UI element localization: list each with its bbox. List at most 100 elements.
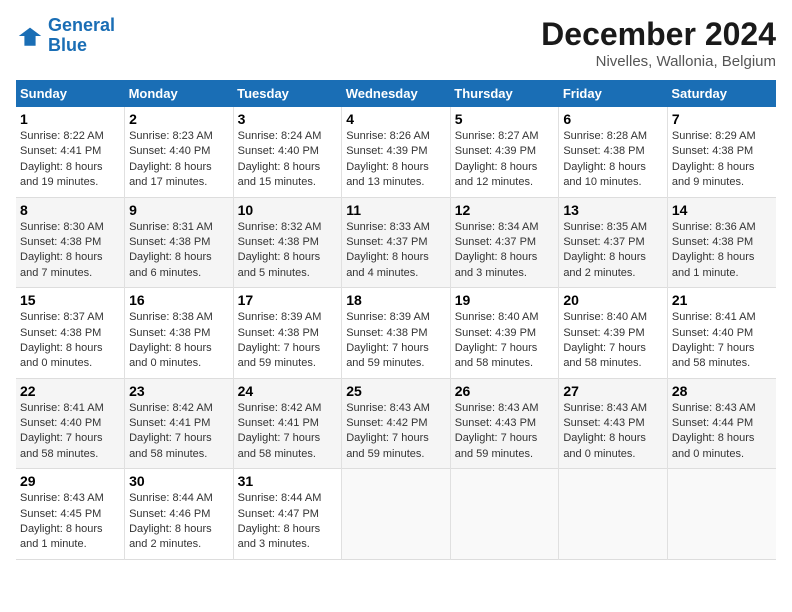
day-number-27: 27 bbox=[563, 383, 663, 399]
day-info-4: Sunrise: 8:26 AMSunset: 4:39 PMDaylight:… bbox=[346, 130, 430, 188]
calendar-cell: 28 Sunrise: 8:43 AMSunset: 4:44 PMDayligh… bbox=[667, 378, 776, 469]
day-info-11: Sunrise: 8:33 AMSunset: 4:37 PMDaylight:… bbox=[346, 221, 430, 279]
day-info-26: Sunrise: 8:43 AMSunset: 4:43 PMDaylight:… bbox=[455, 402, 539, 460]
logo-icon bbox=[16, 22, 44, 50]
calendar-cell bbox=[667, 469, 776, 560]
day-number-25: 25 bbox=[346, 383, 446, 399]
calendar-cell: 3 Sunrise: 8:24 AMSunset: 4:40 PMDaylight… bbox=[233, 107, 342, 197]
calendar-week-row: 29Sunrise: 8:43 AMSunset: 4:45 PMDayligh… bbox=[16, 469, 776, 560]
calendar-week-row: 22 Sunrise: 8:41 AMSunset: 4:40 PMDayligh… bbox=[16, 378, 776, 469]
day-number-3: 3 bbox=[238, 111, 338, 127]
day-number-13: 13 bbox=[563, 202, 663, 218]
day-number-8: 8 bbox=[20, 202, 120, 218]
day-info-8: Sunrise: 8:30 AMSunset: 4:38 PMDaylight:… bbox=[20, 221, 104, 279]
day-info-30: Sunrise: 8:44 AMSunset: 4:46 PMDaylight:… bbox=[129, 492, 213, 550]
day-number-12: 12 bbox=[455, 202, 555, 218]
day-number-5: 5 bbox=[455, 111, 555, 127]
day-info-1: Sunrise: 8:22 AMSunset: 4:41 PMDaylight:… bbox=[20, 130, 104, 188]
day-number-1: 1 bbox=[20, 111, 120, 127]
day-number-18: 18 bbox=[346, 292, 446, 308]
day-info-19: Sunrise: 8:40 AMSunset: 4:39 PMDaylight:… bbox=[455, 311, 539, 369]
day-number-21: 21 bbox=[672, 292, 772, 308]
logo-blue: Blue bbox=[48, 35, 87, 55]
calendar-cell: 21 Sunrise: 8:41 AMSunset: 4:40 PMDayligh… bbox=[667, 288, 776, 379]
calendar-cell: 11 Sunrise: 8:33 AMSunset: 4:37 PMDayligh… bbox=[342, 197, 451, 288]
logo-general: General bbox=[48, 15, 115, 35]
calendar-table: SundayMondayTuesdayWednesdayThursdayFrid… bbox=[16, 80, 776, 560]
weekday-header-saturday: Saturday bbox=[667, 80, 776, 107]
day-info-9: Sunrise: 8:31 AMSunset: 4:38 PMDaylight:… bbox=[129, 221, 213, 279]
logo: General Blue bbox=[16, 16, 115, 56]
calendar-cell: 8 Sunrise: 8:30 AMSunset: 4:38 PMDaylight… bbox=[16, 197, 125, 288]
day-info-28: Sunrise: 8:43 AMSunset: 4:44 PMDaylight:… bbox=[672, 402, 756, 460]
day-number-22: 22 bbox=[20, 383, 120, 399]
calendar-week-row: 1 Sunrise: 8:22 AMSunset: 4:41 PMDaylight… bbox=[16, 107, 776, 197]
calendar-cell: 13 Sunrise: 8:35 AMSunset: 4:37 PMDayligh… bbox=[559, 197, 668, 288]
calendar-cell: 16Sunrise: 8:38 AMSunset: 4:38 PMDayligh… bbox=[125, 288, 234, 379]
calendar-cell bbox=[559, 469, 668, 560]
calendar-cell: 24Sunrise: 8:42 AMSunset: 4:41 PMDayligh… bbox=[233, 378, 342, 469]
day-info-2: Sunrise: 8:23 AMSunset: 4:40 PMDaylight:… bbox=[129, 130, 213, 188]
day-info-20: Sunrise: 8:40 AMSunset: 4:39 PMDaylight:… bbox=[563, 311, 647, 369]
day-info-22: Sunrise: 8:41 AMSunset: 4:40 PMDaylight:… bbox=[20, 402, 104, 460]
calendar-cell: 4Sunrise: 8:26 AMSunset: 4:39 PMDaylight… bbox=[342, 107, 451, 197]
day-info-25: Sunrise: 8:43 AMSunset: 4:42 PMDaylight:… bbox=[346, 402, 430, 460]
weekday-header-thursday: Thursday bbox=[450, 80, 559, 107]
weekday-header-monday: Monday bbox=[125, 80, 234, 107]
day-number-9: 9 bbox=[129, 202, 229, 218]
day-info-14: Sunrise: 8:36 AMSunset: 4:38 PMDaylight:… bbox=[672, 221, 756, 279]
day-info-3: Sunrise: 8:24 AMSunset: 4:40 PMDaylight:… bbox=[238, 130, 322, 188]
calendar-cell: 19 Sunrise: 8:40 AMSunset: 4:39 PMDayligh… bbox=[450, 288, 559, 379]
weekday-header-tuesday: Tuesday bbox=[233, 80, 342, 107]
calendar-cell: 27Sunrise: 8:43 AMSunset: 4:43 PMDayligh… bbox=[559, 378, 668, 469]
main-title: December 2024 bbox=[541, 16, 776, 53]
day-info-23: Sunrise: 8:42 AMSunset: 4:41 PMDaylight:… bbox=[129, 402, 213, 460]
calendar-cell: 1 Sunrise: 8:22 AMSunset: 4:41 PMDaylight… bbox=[16, 107, 125, 197]
calendar-cell: 15Sunrise: 8:37 AMSunset: 4:38 PMDayligh… bbox=[16, 288, 125, 379]
day-number-20: 20 bbox=[563, 292, 663, 308]
day-number-7: 7 bbox=[672, 111, 772, 127]
day-number-14: 14 bbox=[672, 202, 772, 218]
day-info-29: Sunrise: 8:43 AMSunset: 4:45 PMDaylight:… bbox=[20, 492, 104, 550]
day-number-28: 28 bbox=[672, 383, 772, 399]
day-info-24: Sunrise: 8:42 AMSunset: 4:41 PMDaylight:… bbox=[238, 402, 322, 460]
calendar-cell: 31 Sunrise: 8:44 AMSunset: 4:47 PMDayligh… bbox=[233, 469, 342, 560]
calendar-cell: 17Sunrise: 8:39 AMSunset: 4:38 PMDayligh… bbox=[233, 288, 342, 379]
day-info-21: Sunrise: 8:41 AMSunset: 4:40 PMDaylight:… bbox=[672, 311, 756, 369]
day-number-31: 31 bbox=[238, 473, 338, 489]
calendar-week-row: 15Sunrise: 8:37 AMSunset: 4:38 PMDayligh… bbox=[16, 288, 776, 379]
calendar-cell: 25 Sunrise: 8:43 AMSunset: 4:42 PMDayligh… bbox=[342, 378, 451, 469]
day-info-6: Sunrise: 8:28 AMSunset: 4:38 PMDaylight:… bbox=[563, 130, 647, 188]
subtitle: Nivelles, Wallonia, Belgium bbox=[541, 53, 776, 70]
calendar-cell: 9 Sunrise: 8:31 AMSunset: 4:38 PMDaylight… bbox=[125, 197, 234, 288]
day-number-11: 11 bbox=[346, 202, 446, 218]
day-number-30: 30 bbox=[129, 473, 229, 489]
calendar-cell: 23Sunrise: 8:42 AMSunset: 4:41 PMDayligh… bbox=[125, 378, 234, 469]
calendar-cell: 20 Sunrise: 8:40 AMSunset: 4:39 PMDayligh… bbox=[559, 288, 668, 379]
day-info-7: Sunrise: 8:29 AMSunset: 4:38 PMDaylight:… bbox=[672, 130, 756, 188]
day-info-12: Sunrise: 8:34 AMSunset: 4:37 PMDaylight:… bbox=[455, 221, 539, 279]
calendar-cell: 6 Sunrise: 8:28 AMSunset: 4:38 PMDaylight… bbox=[559, 107, 668, 197]
calendar-cell: 7 Sunrise: 8:29 AMSunset: 4:38 PMDaylight… bbox=[667, 107, 776, 197]
day-info-17: Sunrise: 8:39 AMSunset: 4:38 PMDaylight:… bbox=[238, 311, 322, 369]
calendar-cell bbox=[342, 469, 451, 560]
weekday-header-friday: Friday bbox=[559, 80, 668, 107]
day-number-2: 2 bbox=[129, 111, 229, 127]
calendar-week-row: 8 Sunrise: 8:30 AMSunset: 4:38 PMDaylight… bbox=[16, 197, 776, 288]
day-number-19: 19 bbox=[455, 292, 555, 308]
weekday-header-row: SundayMondayTuesdayWednesdayThursdayFrid… bbox=[16, 80, 776, 107]
day-info-15: Sunrise: 8:37 AMSunset: 4:38 PMDaylight:… bbox=[20, 311, 104, 369]
calendar-cell: 12 Sunrise: 8:34 AMSunset: 4:37 PMDayligh… bbox=[450, 197, 559, 288]
header: General Blue December 2024 Nivelles, Wal… bbox=[16, 16, 776, 70]
day-info-31: Sunrise: 8:44 AMSunset: 4:47 PMDaylight:… bbox=[238, 492, 322, 550]
day-number-16: 16 bbox=[129, 292, 229, 308]
calendar-cell bbox=[450, 469, 559, 560]
title-area: December 2024 Nivelles, Wallonia, Belgiu… bbox=[541, 16, 776, 70]
day-number-6: 6 bbox=[563, 111, 663, 127]
day-number-10: 10 bbox=[238, 202, 338, 218]
calendar-cell: 26Sunrise: 8:43 AMSunset: 4:43 PMDayligh… bbox=[450, 378, 559, 469]
calendar-cell: 14 Sunrise: 8:36 AMSunset: 4:38 PMDayligh… bbox=[667, 197, 776, 288]
calendar-cell: 29Sunrise: 8:43 AMSunset: 4:45 PMDayligh… bbox=[16, 469, 125, 560]
calendar-cell: 30 Sunrise: 8:44 AMSunset: 4:46 PMDayligh… bbox=[125, 469, 234, 560]
day-info-13: Sunrise: 8:35 AMSunset: 4:37 PMDaylight:… bbox=[563, 221, 647, 279]
